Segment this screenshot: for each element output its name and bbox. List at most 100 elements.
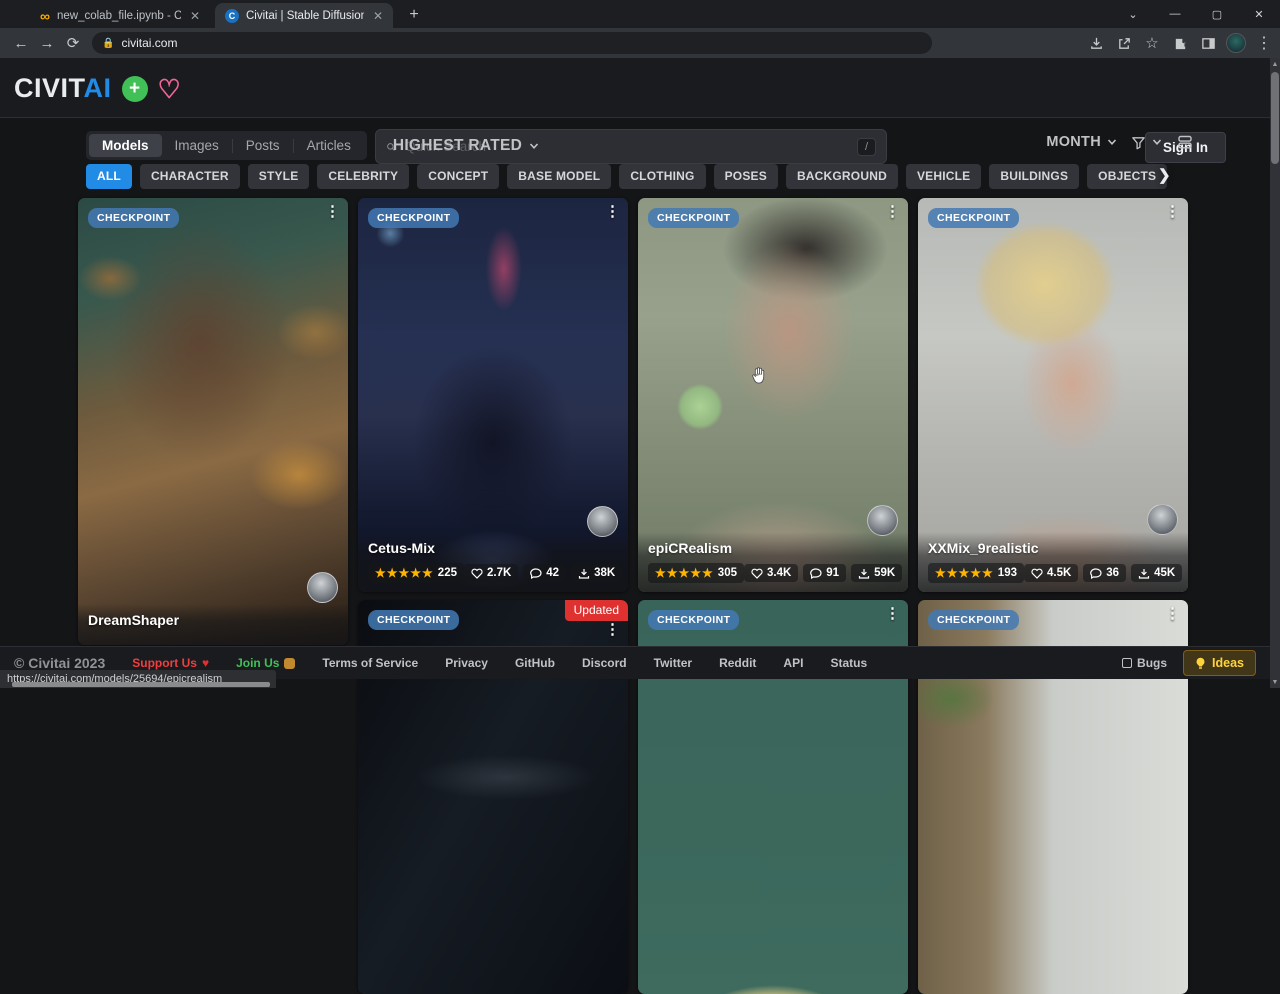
filter-dropdown[interactable]: [1131, 135, 1162, 150]
tab-images[interactable]: Images: [162, 134, 232, 157]
filter-chip-objects[interactable]: OBJECTS: [1087, 164, 1167, 189]
maximize-button[interactable]: ▢: [1196, 0, 1238, 28]
filter-chip-celebrity[interactable]: CELEBRITY: [317, 164, 409, 189]
filter-chip-vehicle[interactable]: VEHICLE: [906, 164, 981, 189]
filter-chip-base-model[interactable]: BASE MODEL: [507, 164, 611, 189]
period-dropdown[interactable]: MONTH: [1046, 134, 1117, 150]
card-column: CHECKPOINT⋮XXMix_9realistic★★★★★1934.5K3…: [918, 198, 1188, 994]
bugs-link[interactable]: Bugs: [1122, 656, 1167, 670]
browser-tab-colab[interactable]: ∞ new_colab_file.ipynb - Colaborat ✕: [30, 3, 210, 28]
filter-chip-clothing[interactable]: CLOTHING: [619, 164, 705, 189]
chips-overflow-arrow-icon[interactable]: ❯: [1158, 166, 1171, 184]
model-card-cetus-mix[interactable]: CHECKPOINT⋮Cetus-Mix★★★★★2252.7K4238K: [358, 198, 628, 592]
footer-link-join-us[interactable]: Join Us: [236, 656, 295, 670]
checkpoint-badge: CHECKPOINT: [368, 208, 459, 228]
reload-icon[interactable]: ⟳: [60, 34, 86, 52]
profile-avatar[interactable]: [1226, 33, 1246, 53]
comments-pill[interactable]: 36: [1083, 564, 1126, 582]
close-button[interactable]: ✕: [1238, 0, 1280, 28]
heart-icon: [1031, 568, 1043, 579]
filter-chip-background[interactable]: BACKGROUND: [786, 164, 898, 189]
card-menu-icon[interactable]: ⋮: [1165, 204, 1180, 221]
creator-avatar[interactable]: [307, 572, 338, 603]
card-menu-icon[interactable]: ⋮: [885, 606, 900, 623]
likes-pill[interactable]: 2.7K: [464, 564, 518, 582]
footer-link-status[interactable]: Status: [830, 656, 867, 670]
footer-link-discord[interactable]: Discord: [582, 656, 627, 670]
download-icon[interactable]: [1086, 33, 1106, 53]
download-icon: [578, 568, 590, 579]
footer-link-support-us[interactable]: Support Us♥: [132, 656, 209, 670]
sort-dropdown[interactable]: HIGHEST RATED: [393, 137, 539, 155]
card-menu-icon[interactable]: ⋮: [325, 204, 340, 221]
tab-posts[interactable]: Posts: [233, 134, 293, 157]
card-menu-icon[interactable]: ⋮: [1165, 606, 1180, 623]
minimize-button[interactable]: —: [1154, 0, 1196, 28]
back-icon[interactable]: ←: [8, 35, 34, 52]
rating-pill[interactable]: ★★★★★193: [928, 563, 1024, 583]
tab-search-icon[interactable]: ⌄: [1112, 0, 1154, 28]
join-us-icon: [284, 658, 295, 669]
footer-link-api[interactable]: API: [783, 656, 803, 670]
card-menu-icon[interactable]: ⋮: [605, 204, 620, 221]
creator-avatar[interactable]: [1147, 504, 1178, 535]
model-card-grid: CHECKPOINT⋮DreamShaperCHECKPOINT⋮Cetus-M…: [78, 198, 1188, 645]
comments-pill[interactable]: 42: [523, 564, 566, 582]
downloads-pill[interactable]: 59K: [851, 564, 902, 582]
colab-icon: ∞: [40, 9, 50, 23]
layout-toggle-icon[interactable]: [1176, 133, 1194, 151]
tab-close-icon[interactable]: ✕: [188, 9, 202, 23]
model-title: XXMix_9realistic: [928, 540, 1178, 556]
card-menu-icon[interactable]: ⋮: [605, 622, 620, 639]
downloads-pill[interactable]: 45K: [1131, 564, 1182, 582]
downloads-pill[interactable]: 38K: [571, 564, 622, 582]
filter-chip-buildings[interactable]: BUILDINGS: [989, 164, 1079, 189]
scroll-up-icon[interactable]: ▲: [1270, 58, 1280, 70]
horizontal-scrollbar-thumb[interactable]: [12, 682, 270, 687]
footer-link-privacy[interactable]: Privacy: [445, 656, 488, 670]
rating-pill[interactable]: ★★★★★225: [368, 563, 464, 583]
filter-chip-character[interactable]: CHARACTER: [140, 164, 240, 189]
tab-models[interactable]: Models: [89, 134, 162, 157]
comments-pill[interactable]: 91: [803, 564, 846, 582]
filter-chip-style[interactable]: STYLE: [248, 164, 310, 189]
footer-link-twitter[interactable]: Twitter: [654, 656, 692, 670]
vertical-scrollbar[interactable]: ▲ ▼: [1270, 58, 1280, 688]
share-icon[interactable]: [1114, 33, 1134, 53]
likes-pill[interactable]: 4.5K: [1024, 564, 1078, 582]
model-card-xxmix_9realistic[interactable]: CHECKPOINT⋮XXMix_9realistic★★★★★1934.5K3…: [918, 198, 1188, 592]
side-panel-icon[interactable]: [1198, 33, 1218, 53]
address-bar[interactable]: 🔒 civitai.com: [92, 32, 932, 54]
chevron-down-icon: [529, 141, 539, 151]
model-card-epicrealism[interactable]: CHECKPOINT⋮epiCRealism★★★★★3053.4K9159K: [638, 198, 908, 592]
footer-link-github[interactable]: GitHub: [515, 656, 555, 670]
tab-close-icon[interactable]: ✕: [371, 9, 385, 23]
updated-badge: Updated: [565, 600, 628, 621]
rating-pill[interactable]: ★★★★★305: [648, 563, 744, 583]
forward-icon[interactable]: →: [34, 35, 60, 52]
footer-link-reddit[interactable]: Reddit: [719, 656, 756, 670]
tab-articles[interactable]: Articles: [294, 134, 364, 157]
new-tab-button[interactable]: +: [402, 5, 426, 25]
create-plus-icon[interactable]: +: [122, 76, 148, 102]
browser-tab-civitai[interactable]: C Civitai | Stable Diffusion models, ✕: [215, 3, 393, 28]
rating-count: 305: [718, 567, 737, 579]
likes-pill[interactable]: 3.4K: [744, 564, 798, 582]
filter-chip-concept[interactable]: CONCEPT: [417, 164, 499, 189]
vertical-scrollbar-thumb[interactable]: [1271, 72, 1279, 164]
star-rating-icons: ★★★★★: [935, 566, 994, 580]
extensions-puzzle-icon[interactable]: [1170, 33, 1190, 53]
footer-link-terms-of-service[interactable]: Terms of Service: [322, 656, 418, 670]
scroll-down-icon[interactable]: ▼: [1270, 676, 1280, 688]
card-menu-icon[interactable]: ⋮: [885, 204, 900, 221]
bookmark-star-icon[interactable]: ☆: [1142, 33, 1162, 53]
favorites-heart-icon[interactable]: ♡: [158, 76, 181, 102]
content-nav-row: ModelsImagesPostsArticles HIGHEST RATED: [86, 131, 539, 160]
filter-chip-poses[interactable]: POSES: [714, 164, 778, 189]
model-card-dreamshaper[interactable]: CHECKPOINT⋮DreamShaper: [78, 198, 348, 645]
tab-title: Civitai | Stable Diffusion models,: [246, 10, 364, 22]
ideas-button[interactable]: Ideas: [1183, 650, 1256, 676]
browser-menu-icon[interactable]: ⋮: [1254, 33, 1274, 53]
civitai-logo[interactable]: CIVITAI + ♡: [14, 73, 181, 104]
filter-chip-all[interactable]: ALL: [86, 164, 132, 189]
